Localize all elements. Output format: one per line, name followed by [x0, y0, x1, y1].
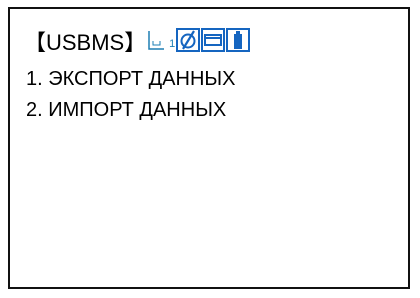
status-number: 1 — [169, 38, 176, 50]
level-indicator: 1 — [148, 28, 176, 52]
screen-title: 【USBMS】 — [24, 30, 147, 55]
menu-list: 1. ЭКСПОРТ ДАННЫХ 2. ИМПОРТ ДАННЫХ — [26, 64, 235, 126]
status-bar: 1 — [148, 28, 251, 52]
screen-header: 【USBMS】 1 — [24, 28, 251, 58]
battery-icon — [226, 28, 251, 52]
device-screen: 【USBMS】 1 1. ЭКСПОРТ ДАННЫХ 2. ИМПОРТ ДА… — [8, 7, 410, 289]
message-icon — [201, 28, 226, 52]
menu-item-import-data[interactable]: 2. ИМПОРТ ДАННЫХ — [26, 95, 235, 126]
angle-tilt-icon — [176, 28, 201, 52]
menu-item-export-data[interactable]: 1. ЭКСПОРТ ДАННЫХ — [26, 64, 235, 95]
